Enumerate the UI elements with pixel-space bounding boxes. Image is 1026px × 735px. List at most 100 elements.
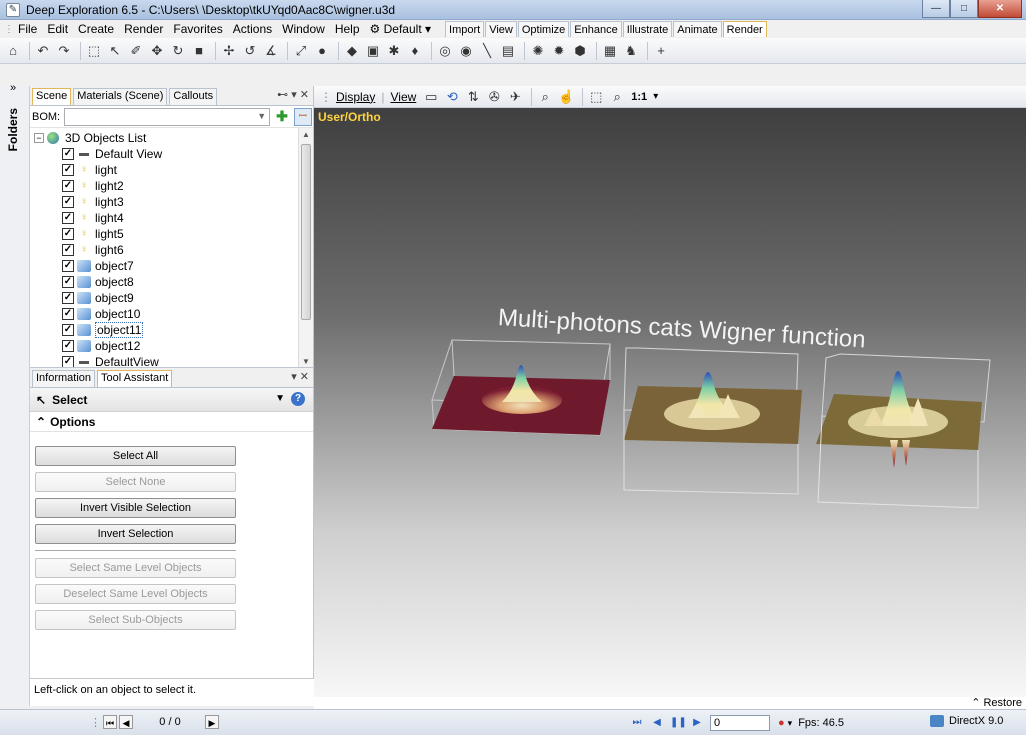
axis-icon[interactable]: ⤢ [292,42,310,60]
close-icon[interactable]: ✕ [300,89,309,101]
preset-dropdown[interactable]: ⚙ Default ▾ [370,22,432,36]
visibility-checkbox[interactable]: ✓ [62,340,74,352]
minimize-button[interactable]: — [922,0,950,18]
close-button[interactable]: ✕ [978,0,1022,18]
ribbon-tab-optimize[interactable]: Optimize [517,21,570,37]
menu-actions[interactable]: Actions [233,22,272,36]
zoom-fit-icon[interactable]: ⬚ [587,88,605,106]
option-button-6[interactable]: Deselect Same Level Objects [35,584,236,604]
tab-materials[interactable]: Materials (Scene) [73,88,168,105]
bom-tool-icon[interactable]: ꟷ [293,107,312,126]
ribbon-tab-animate[interactable]: Animate [673,21,722,37]
page-icon[interactable]: ▭ [422,88,440,106]
tree-item[interactable]: ✓ ♀ light6 [34,242,313,258]
graph-icon[interactable]: ▤ [499,42,517,60]
step-back-icon[interactable]: ◀ [650,716,664,730]
orbit-icon[interactable]: ✇ [485,88,503,106]
selection-rect-icon[interactable]: ⬚ [85,42,103,60]
prev-page-icon[interactable]: ◀ [119,715,133,729]
option-button-3[interactable]: Invert Visible Selection [35,498,236,518]
maximize-button[interactable]: □ [950,0,978,18]
tree-item[interactable]: ✓ ♀ light5 [34,226,313,242]
fly-icon[interactable]: ✈ [506,88,524,106]
render-mode-icon[interactable]: ● [778,717,785,729]
frame-input[interactable]: 0 [710,715,770,731]
visibility-checkbox[interactable]: ✓ [62,324,74,336]
end-frame-icon[interactable]: ⏭ [630,716,644,730]
zoom-icon[interactable]: ⌕ [536,88,554,106]
chevron-down-icon[interactable]: ▼ [275,393,285,404]
bom-combo[interactable]: ▼ [64,107,271,126]
camera-icon[interactable]: ◎ [436,42,454,60]
first-page-icon[interactable]: ⏮ [103,715,117,729]
add-icon[interactable]: + [652,42,670,60]
tree-item[interactable]: ✓ object11 [34,322,313,338]
scroll-up-icon[interactable]: ▲ [302,130,310,139]
ribbon-tab-illustrate[interactable]: Illustrate [622,21,673,37]
option-button-1[interactable]: Select All [35,446,236,466]
move-icon[interactable]: ✥ [148,42,166,60]
option-button-2[interactable]: Select None [35,472,236,492]
restore-link[interactable]: ⌃ Restore [314,697,1026,709]
overflow-icon[interactable]: ▾ [653,91,658,102]
play-icon[interactable]: ▶ [690,716,704,730]
visibility-checkbox[interactable]: ✓ [62,148,74,160]
visibility-checkbox[interactable]: ✓ [62,356,74,367]
menu-view[interactable]: View [390,90,416,104]
visibility-checkbox[interactable]: ✓ [62,212,74,224]
tree-item[interactable]: ✓ object8 [34,274,313,290]
redo-icon[interactable]: ↷ [55,42,73,60]
ribbon-tab-enhance[interactable]: Enhance [570,21,622,37]
tree-item[interactable]: ✓ ♀ light2 [34,178,313,194]
ribbon-tab-view[interactable]: View [485,21,517,37]
line-icon[interactable]: ╲ [478,42,496,60]
option-button-7[interactable]: Select Sub-Objects [35,610,236,630]
menu-help[interactable]: Help [335,22,360,36]
sphere-icon[interactable]: ◉ [457,42,475,60]
zoom-1to1-button[interactable]: 1:1 [631,91,647,103]
color-icon[interactable]: ● [313,42,331,60]
chevron-down-icon[interactable]: ▾ [788,718,793,729]
pan-icon[interactable]: ✢ [220,42,238,60]
menu-display[interactable]: Display [336,90,375,104]
tree-item[interactable]: ✓ ♀ light [34,162,313,178]
tree-item[interactable]: ✓ ▬ DefaultView [34,354,313,367]
orbit-icon[interactable]: ↺ [241,42,259,60]
texture-icon[interactable]: ▣ [364,42,382,60]
visibility-checkbox[interactable]: ✓ [62,180,74,192]
measure-icon[interactable]: ∡ [262,42,280,60]
next-page-icon[interactable]: ▶ [205,715,219,729]
option-button-5[interactable]: Select Same Level Objects [35,558,236,578]
tree-item[interactable]: ✓ object10 [34,306,313,322]
tree-item[interactable]: ✓ object7 [34,258,313,274]
tab-information[interactable]: Information [32,370,96,387]
ribbon-tab-render[interactable]: Render [722,21,767,37]
tab-callouts[interactable]: Callouts [169,88,218,105]
light-icon[interactable]: ✱ [385,42,403,60]
folders-tab[interactable]: Folders [6,108,20,151]
tree-item[interactable]: ✓ ♀ light4 [34,210,313,226]
options-header[interactable]: ⌃ Options [30,412,313,432]
menu-favorites[interactable]: Favorites [173,22,222,36]
dropdown-icon[interactable]: ▾ [291,89,297,101]
menu-create[interactable]: Create [78,22,114,36]
visibility-checkbox[interactable]: ✓ [62,260,74,272]
wigner-plot-3[interactable] [816,353,991,509]
option-button-4[interactable]: Invert Selection [35,524,236,544]
tab-scene[interactable]: Scene [32,88,72,105]
material-icon[interactable]: ◆ [343,42,361,60]
wigner-plot-2[interactable] [623,347,802,495]
collapse-icon[interactable]: − [34,133,44,143]
visibility-checkbox[interactable]: ✓ [62,292,74,304]
menu-render[interactable]: Render [124,22,163,36]
tree-item[interactable]: ✓ object12 [34,338,313,354]
tree-item[interactable]: ✓ ▬ Default View [34,146,313,162]
box-icon[interactable]: ■ [190,42,208,60]
settings-icon[interactable]: ✹ [550,42,568,60]
visibility-checkbox[interactable]: ✓ [62,228,74,240]
visibility-checkbox[interactable]: ✓ [62,196,74,208]
app-icon[interactable]: ✎ [6,2,20,17]
3d-viewport[interactable]: User/Ortho Multi-photons cats Wigner fun… [314,108,1026,697]
menu-edit[interactable]: Edit [47,22,68,36]
undo-icon[interactable]: ↶ [34,42,52,60]
